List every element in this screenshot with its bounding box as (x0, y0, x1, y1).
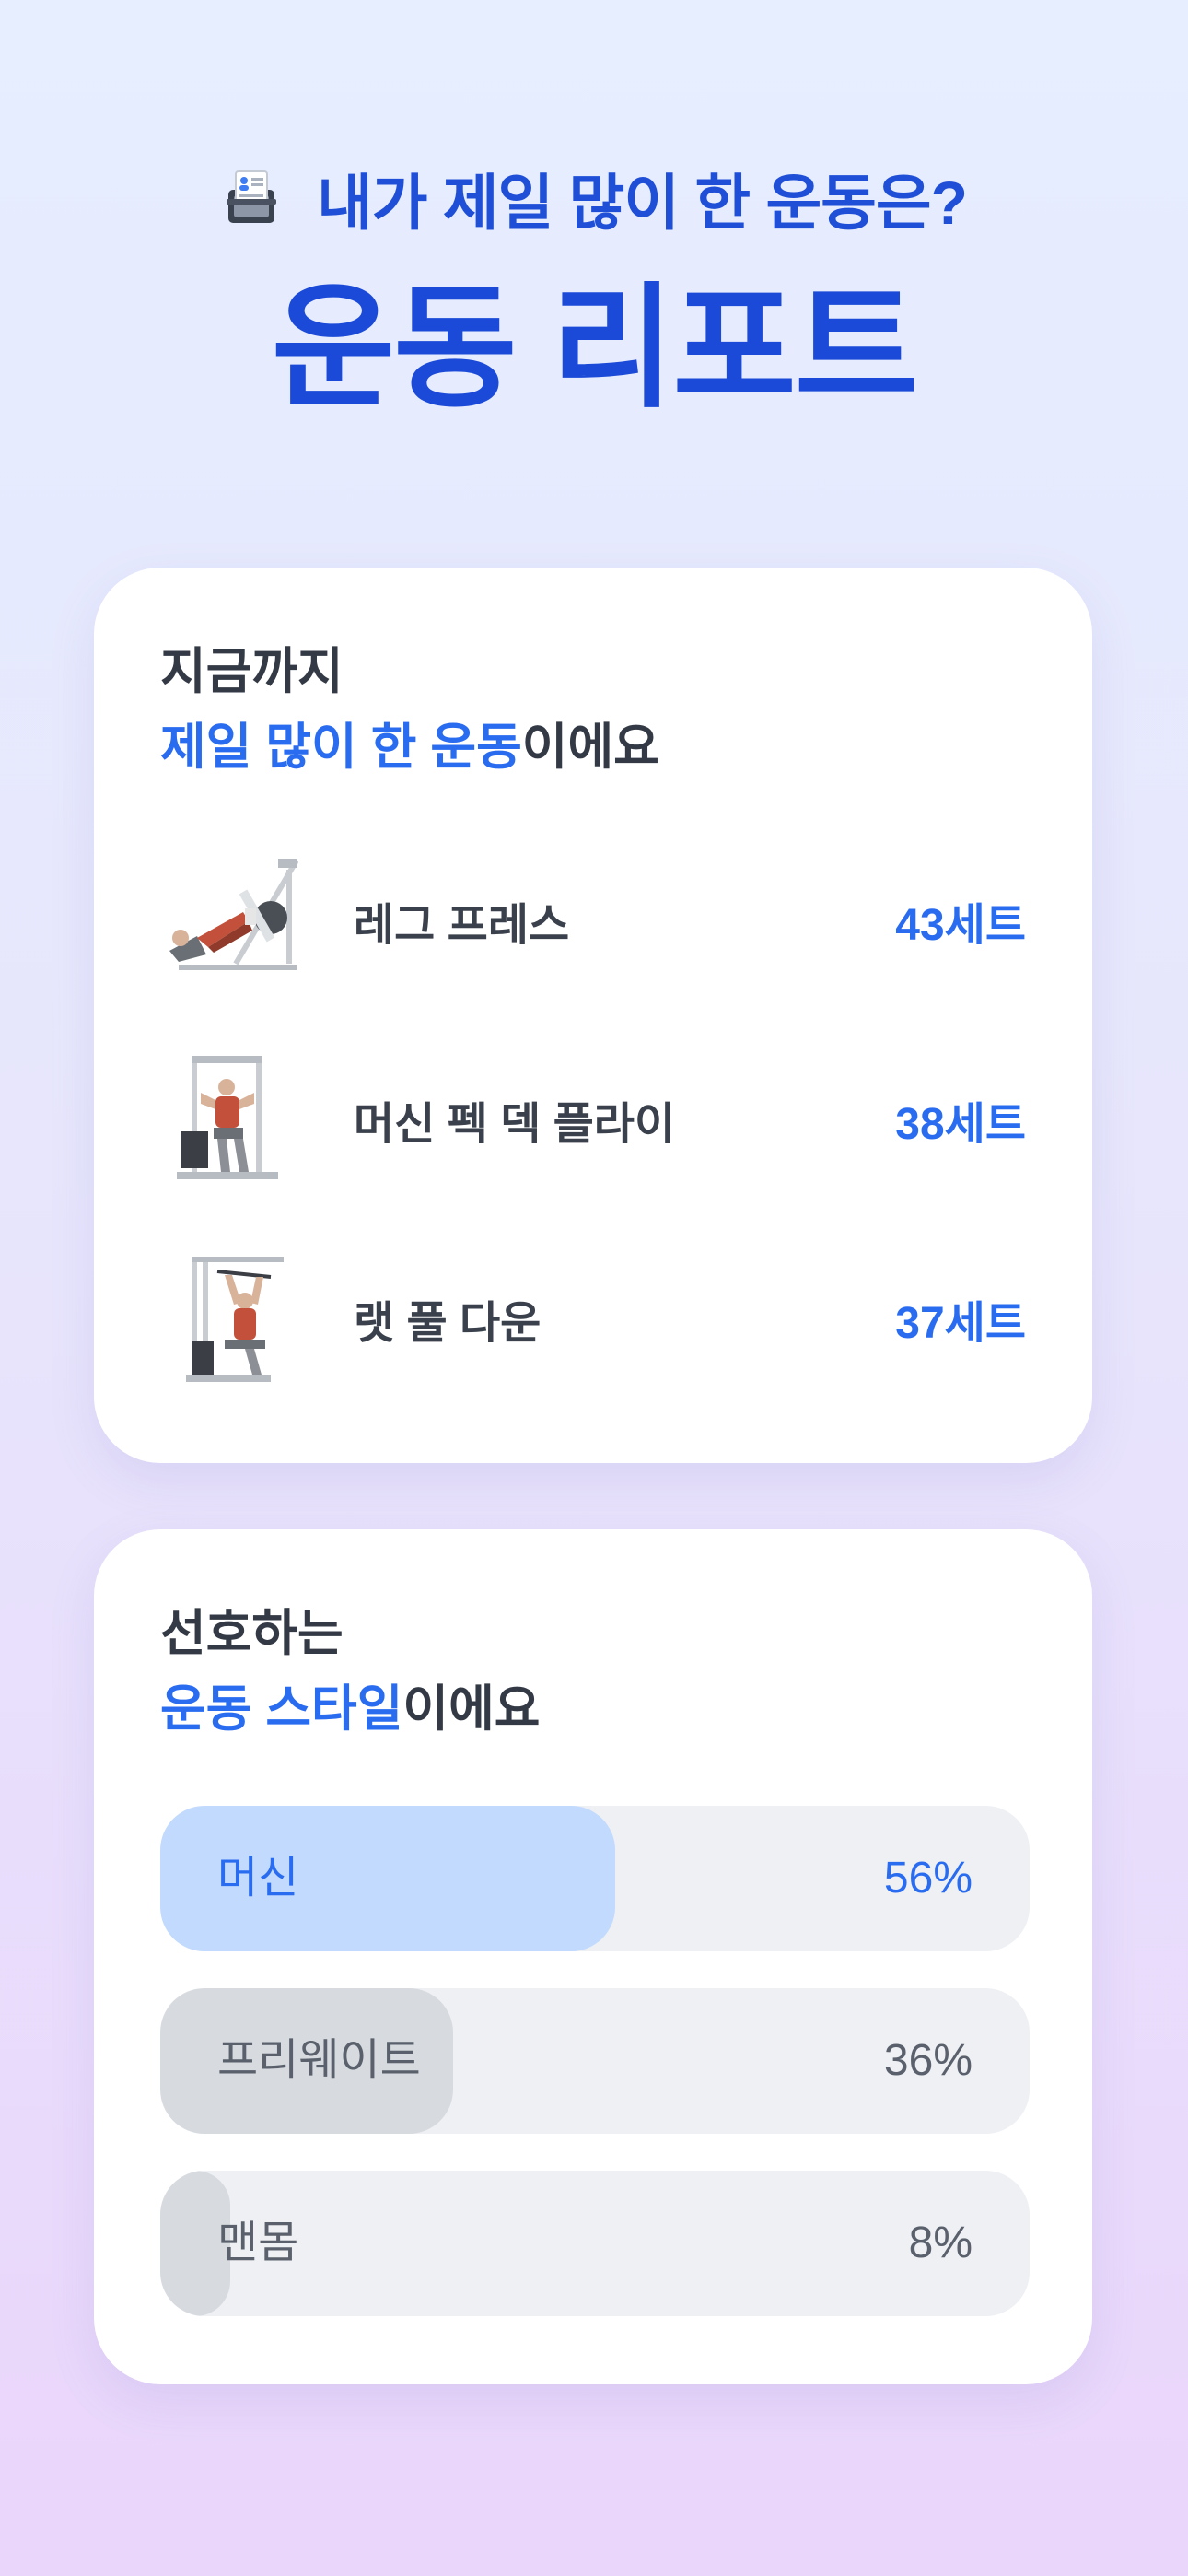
heading-line1: 선호하는 (160, 1606, 344, 1661)
style-bar: 머신 56% (160, 1806, 1030, 1951)
exercise-name: 머신 펙 덱 플라이 (354, 1100, 676, 1149)
style-label: 머신 (217, 1854, 299, 1903)
pec-deck-icon (160, 1050, 298, 1188)
exercise-name: 레그 프레스 (354, 901, 570, 950)
heading-line1: 지금까지 (160, 644, 344, 699)
heading-line2: 제일 많이 한 운동이에요 (160, 709, 659, 785)
leg-press-icon (160, 851, 299, 989)
exercise-sets: 38세트 (895, 1100, 1026, 1149)
exercise-row[interactable]: 랫 풀 다운 37세트 (160, 1249, 1026, 1388)
heading-line2: 운동 스타일이에요 (160, 1671, 540, 1747)
page-title: 운동 리포트 (271, 273, 918, 423)
exercise-row[interactable]: 레그 프레스 43세트 (160, 851, 1026, 989)
exercise-sets: 43세트 (895, 901, 1026, 950)
report-header: 내가 제일 많이 한 운동은? 운동 리포트 (0, 147, 1188, 422)
style-label: 프리웨이트 (217, 2036, 421, 2085)
heading-accent: 운동 스타일 (160, 1681, 403, 1737)
exercise-name: 랫 풀 다운 (354, 1299, 542, 1348)
report-icon (221, 168, 282, 228)
exercise-sets: 37세트 (895, 1299, 1026, 1348)
style-percent: 36% (883, 2036, 973, 2085)
style-label: 맨몸 (217, 2219, 299, 2267)
exercise-row[interactable]: 머신 펙 덱 플라이 38세트 (160, 1050, 1026, 1188)
heading-suffix: 이에요 (402, 1681, 541, 1737)
report-subtitle: 내가 제일 많이 한 운동은? (317, 169, 968, 237)
style-bar: 프리웨이트 36% (160, 1988, 1030, 2134)
style-bar: 맨몸 8% (160, 2171, 1030, 2316)
lat-pulldown-icon (160, 1249, 298, 1388)
subtitle-row: 내가 제일 많이 한 운동은? (0, 147, 1188, 249)
preferred-style-card: 선호하는 운동 스타일이에요 머신 56% 프리웨이트 36% 맨몸 8% (94, 1529, 1092, 2384)
heading-suffix: 이에요 (521, 720, 659, 775)
heading-accent: 제일 많이 한 운동 (160, 720, 522, 775)
style-percent: 56% (883, 1854, 973, 1903)
style-percent: 8% (908, 2219, 973, 2267)
top-exercises-heading: 지금까지 제일 많이 한 운동이에요 (160, 634, 659, 785)
top-exercises-card: 지금까지 제일 많이 한 운동이에요 레그 프레스 43세트 머신 펙 덱 플라… (94, 568, 1092, 1463)
preferred-style-heading: 선호하는 운동 스타일이에요 (160, 1596, 540, 1747)
